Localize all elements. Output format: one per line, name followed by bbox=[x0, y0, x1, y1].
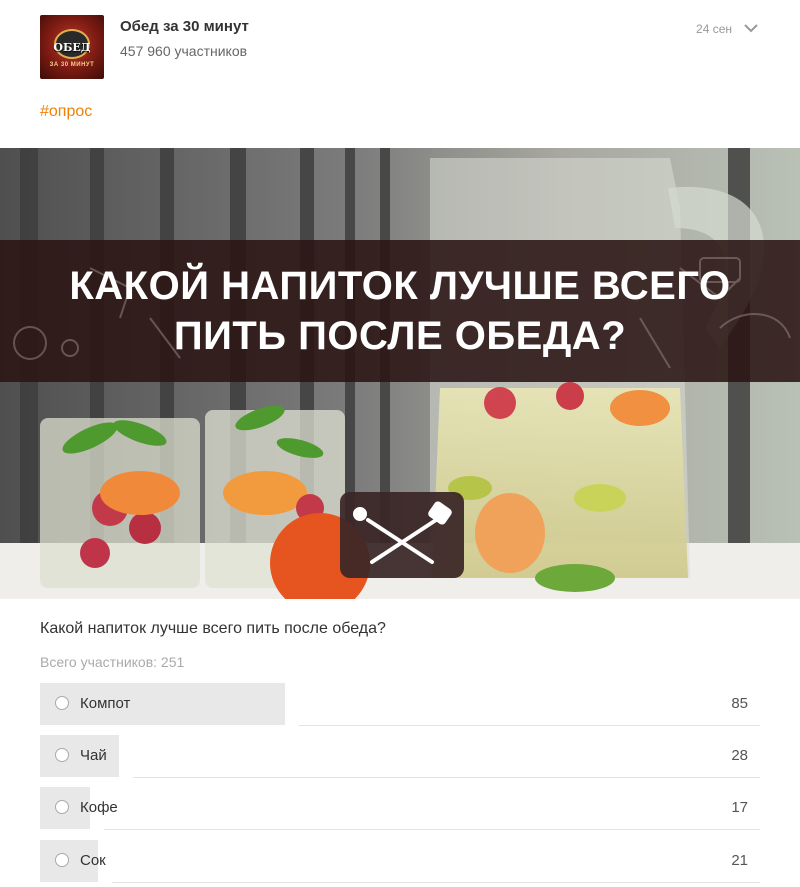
poll-option-bar bbox=[40, 683, 285, 725]
post-date[interactable]: 24 сен bbox=[696, 22, 732, 36]
poll-question: Какой напиток лучше всего пить после обе… bbox=[40, 620, 386, 637]
poll: Какой напиток лучше всего пить после обе… bbox=[40, 620, 760, 670]
avatar-logo-text: ОБЕД bbox=[53, 41, 91, 54]
poll-option-divider bbox=[133, 777, 760, 778]
poll-option[interactable]: Сок 21 bbox=[40, 840, 760, 883]
group-name-link[interactable]: Обед за 30 минут bbox=[120, 18, 249, 35]
group-avatar[interactable]: ОБЕД ЗА 30 МИНУТ bbox=[40, 15, 104, 79]
poll-option[interactable]: Кофе 17 bbox=[40, 787, 760, 830]
poll-option-divider bbox=[112, 882, 760, 883]
poll-option-count: 17 bbox=[731, 799, 748, 816]
post-header: ОБЕД ЗА 30 МИНУТ Обед за 30 минут 457 96… bbox=[40, 15, 770, 80]
member-count: 457 960 участников bbox=[120, 43, 248, 59]
poll-option-divider bbox=[104, 829, 760, 830]
avatar-logo-subtext: ЗА 30 МИНУТ bbox=[49, 62, 95, 68]
radio-button[interactable] bbox=[55, 800, 69, 814]
poll-total: Всего участников: 251 bbox=[40, 654, 185, 670]
poll-option-label: Кофе bbox=[80, 799, 118, 816]
poll-option-label: Сок bbox=[80, 852, 106, 869]
poll-option-label: Компот bbox=[80, 695, 131, 712]
radio-button[interactable] bbox=[55, 748, 69, 762]
poll-option-count: 28 bbox=[731, 747, 748, 764]
hashtag-link[interactable]: #опрос bbox=[40, 103, 92, 121]
chevron-down-icon[interactable] bbox=[742, 19, 760, 37]
radio-button[interactable] bbox=[55, 853, 69, 867]
banner-title-line-1: КАКОЙ НАПИТОК ЛУЧШЕ ВСЕГО bbox=[69, 264, 731, 308]
poll-option-count: 85 bbox=[731, 695, 748, 712]
poll-option-label: Чай bbox=[80, 747, 107, 764]
radio-button[interactable] bbox=[55, 696, 69, 710]
poll-option-divider bbox=[299, 725, 760, 726]
banner-title: КАКОЙ НАПИТОК ЛУЧШЕ ВСЕГО ПИТЬ ПОСЛЕ ОБЕ… bbox=[0, 240, 800, 382]
post-image[interactable]: КАКОЙ НАПИТОК ЛУЧШЕ ВСЕГО ПИТЬ ПОСЛЕ ОБЕ… bbox=[0, 148, 800, 599]
poll-option-count: 21 bbox=[731, 852, 748, 869]
banner-title-line-2: ПИТЬ ПОСЛЕ ОБЕДА? bbox=[173, 314, 627, 358]
poll-option[interactable]: Компот 85 bbox=[40, 683, 760, 726]
poll-option[interactable]: Чай 28 bbox=[40, 735, 760, 778]
